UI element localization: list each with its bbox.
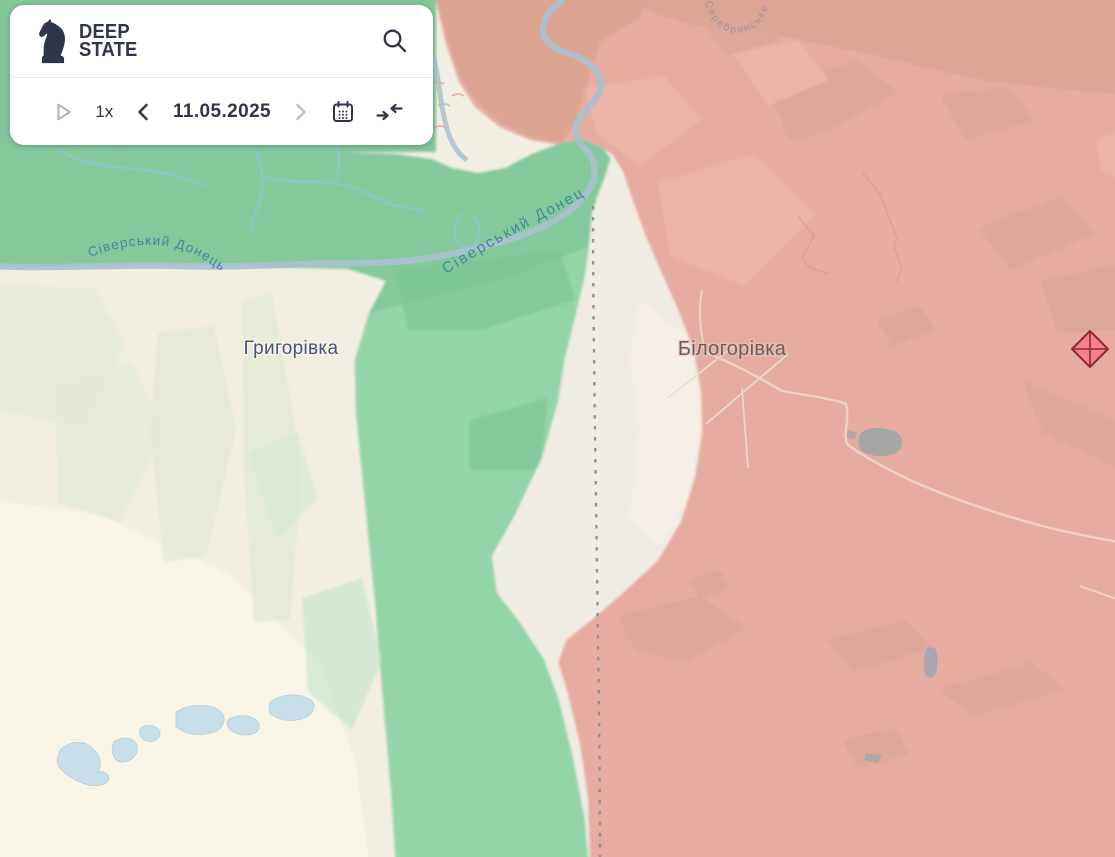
brand-logo[interactable]: DEEP STATE	[36, 18, 143, 64]
calendar-button[interactable]	[331, 100, 355, 124]
brand-name: DEEP STATE	[79, 23, 138, 59]
timeline-controls: 1x 11.05.2025	[10, 78, 433, 145]
next-date-button[interactable]	[292, 101, 309, 123]
town-label-hryhorivka: Григорівка	[244, 338, 339, 359]
panel-header: DEEP STATE	[10, 5, 433, 78]
chevron-left-icon	[135, 101, 152, 123]
control-panel: DEEP STATE 1x	[10, 5, 433, 145]
collapse-arrows-icon	[376, 101, 403, 123]
town-label-bilohorivka: Білогорівка	[678, 338, 787, 360]
prev-date-button[interactable]	[135, 101, 152, 123]
calendar-icon	[331, 100, 355, 124]
date-display[interactable]: 11.05.2025	[173, 101, 271, 123]
play-icon	[52, 100, 74, 124]
collapse-panel-button[interactable]	[376, 101, 403, 123]
knight-logo-icon	[36, 18, 70, 64]
chevron-right-icon	[292, 101, 309, 123]
play-button[interactable]	[52, 100, 74, 124]
speed-button[interactable]: 1x	[95, 102, 113, 122]
search-button[interactable]	[381, 27, 409, 55]
search-icon	[381, 27, 409, 55]
map-canvas[interactable]: Серебрянське Сіверський Донець Сіверськи…	[0, 0, 1115, 857]
